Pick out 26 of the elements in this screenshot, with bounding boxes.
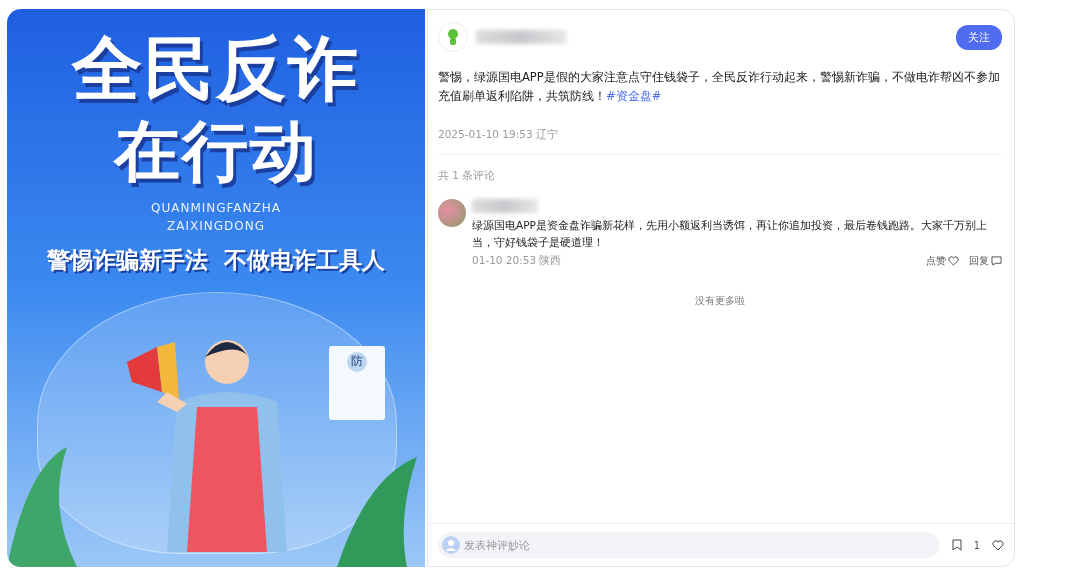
end-note: 没有更多啦 [694,294,746,308]
poster-subtitle: QUANMINGFANZHA [151,199,281,217]
comment-text: 绿源国电APP是资金盘诈骗新花样，先用小额返利当诱饵，再让你追加投资，最后卷钱跑路。大家千万别上当，守好钱袋子是硬道理！ [472,218,988,250]
post-text: 警惕，绿源国电APP是假的大家注意点守住钱袋子，全民反诈行动起来，警惕新诈骗，不做电诈帮凶不参加充值刷单返利陷阱，共筑防线！#资金盘# [438,69,1001,105]
bookmark-icon[interactable] [951,539,962,551]
blurred-username [472,199,538,213]
like-button[interactable]: 点赞 [926,254,959,268]
count-label: 1 [973,539,980,551]
heart-icon[interactable] [992,539,1004,551]
comment-meta: 01-10 20:53 陕西 [472,254,562,268]
heart-icon [948,256,959,266]
poster-title: 在行动 [114,116,318,189]
poster-subtitle: ZAIXINGDONG [166,217,266,235]
mascot-icon [445,28,461,46]
hashtag-link[interactable]: #资金盘# [606,89,662,103]
user-icon [442,536,460,554]
comment-icon [991,256,1002,266]
comment-count: 共 1 条评论 [438,169,497,183]
post-meta: 2025-01-10 19:53 辽宁 [438,128,559,142]
reply-button[interactable]: 回复 [969,254,1002,268]
comment-field[interactable]: 发表神评妙论 [438,532,940,558]
poster-slogan: 警惕诈骗新手法 不做电诈工具人 [47,245,385,275]
document-label: 防 [347,351,367,372]
follow-button[interactable]: 关注 [956,24,1002,50]
commenter-avatar [438,199,466,227]
poster-title: 全民反诈 [72,31,360,108]
